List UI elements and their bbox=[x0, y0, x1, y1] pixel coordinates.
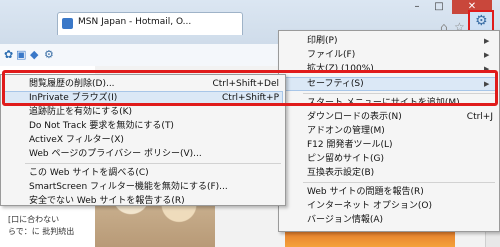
menu-item-privacy-policy[interactable]: Web ページのプライバシー ポリシー(V)... bbox=[1, 148, 285, 160]
menu-item-internet-options[interactable]: インターネット オプション(O) bbox=[279, 200, 499, 212]
msn-butterfly-icon[interactable]: ✿ bbox=[4, 48, 13, 61]
menu-separator bbox=[25, 163, 281, 164]
tab-title: MSN Japan - Hotmail, O... bbox=[78, 17, 192, 27]
menu-item-about[interactable]: バージョン情報(A) bbox=[279, 214, 499, 226]
menu-item-compat[interactable]: 互換表示設定(B) bbox=[279, 167, 499, 179]
browser-tab[interactable]: MSN Japan - Hotmail, O... bbox=[57, 12, 243, 35]
maximize-button[interactable]: □ bbox=[428, 0, 450, 14]
menu-item-check-website[interactable]: この Web サイトを調べる(C) bbox=[1, 167, 285, 179]
menu-item-do-not-track[interactable]: Do Not Track 要求を無効にする(T) bbox=[1, 120, 285, 132]
menu-item-activex[interactable]: ActiveX フィルター(X) bbox=[1, 134, 285, 146]
annotation-highlight-box bbox=[2, 70, 498, 106]
menu-item-smartscreen[interactable]: SmartScreen フィルター機能を無効にする(F)... bbox=[1, 181, 285, 193]
menu-item-tracking-protection[interactable]: 追跡防止を有効にする(K) bbox=[1, 106, 285, 118]
gear-icon: ⚙ bbox=[475, 13, 488, 29]
web-slice-icon[interactable]: ▣ bbox=[16, 48, 26, 61]
submenu-arrow-icon: ▶ bbox=[484, 51, 490, 59]
menu-item-report-problem[interactable]: Web サイトの問題を報告(R) bbox=[279, 186, 499, 198]
feed-icon[interactable]: ◆ bbox=[30, 48, 38, 61]
tools-menu: 印刷(P) ▶ ファイル(F) ▶ 拡大(Z) (100%) ▶ セーフティ(S… bbox=[278, 30, 500, 232]
menu-separator bbox=[303, 182, 495, 183]
menu-item-print[interactable]: 印刷(P) ▶ bbox=[279, 35, 499, 47]
menu-item-devtools[interactable]: F12 開発者ツール(L) bbox=[279, 139, 499, 151]
command-bar: ✿ ▣ ◆ ⚙ bbox=[0, 44, 280, 67]
minimize-button[interactable]: – bbox=[406, 0, 428, 14]
msn-favicon-icon bbox=[62, 18, 73, 29]
news-snippet[interactable]: らで：に 批判続出 bbox=[8, 226, 74, 237]
settings-small-icon[interactable]: ⚙ bbox=[44, 48, 54, 61]
menu-item-report-unsafe[interactable]: 安全でない Web サイトを報告する(R) bbox=[1, 195, 285, 207]
news-snippet[interactable]: [口に合わない bbox=[8, 214, 59, 225]
menu-item-pinned[interactable]: ピン留めサイト(G) bbox=[279, 153, 499, 165]
menu-item-downloads[interactable]: ダウンロードの表示(N) Ctrl+J bbox=[279, 111, 499, 123]
menu-item-addons[interactable]: アドオンの管理(M) bbox=[279, 125, 499, 137]
menu-item-file[interactable]: ファイル(F) ▶ bbox=[279, 49, 499, 61]
submenu-arrow-icon: ▶ bbox=[484, 37, 490, 45]
